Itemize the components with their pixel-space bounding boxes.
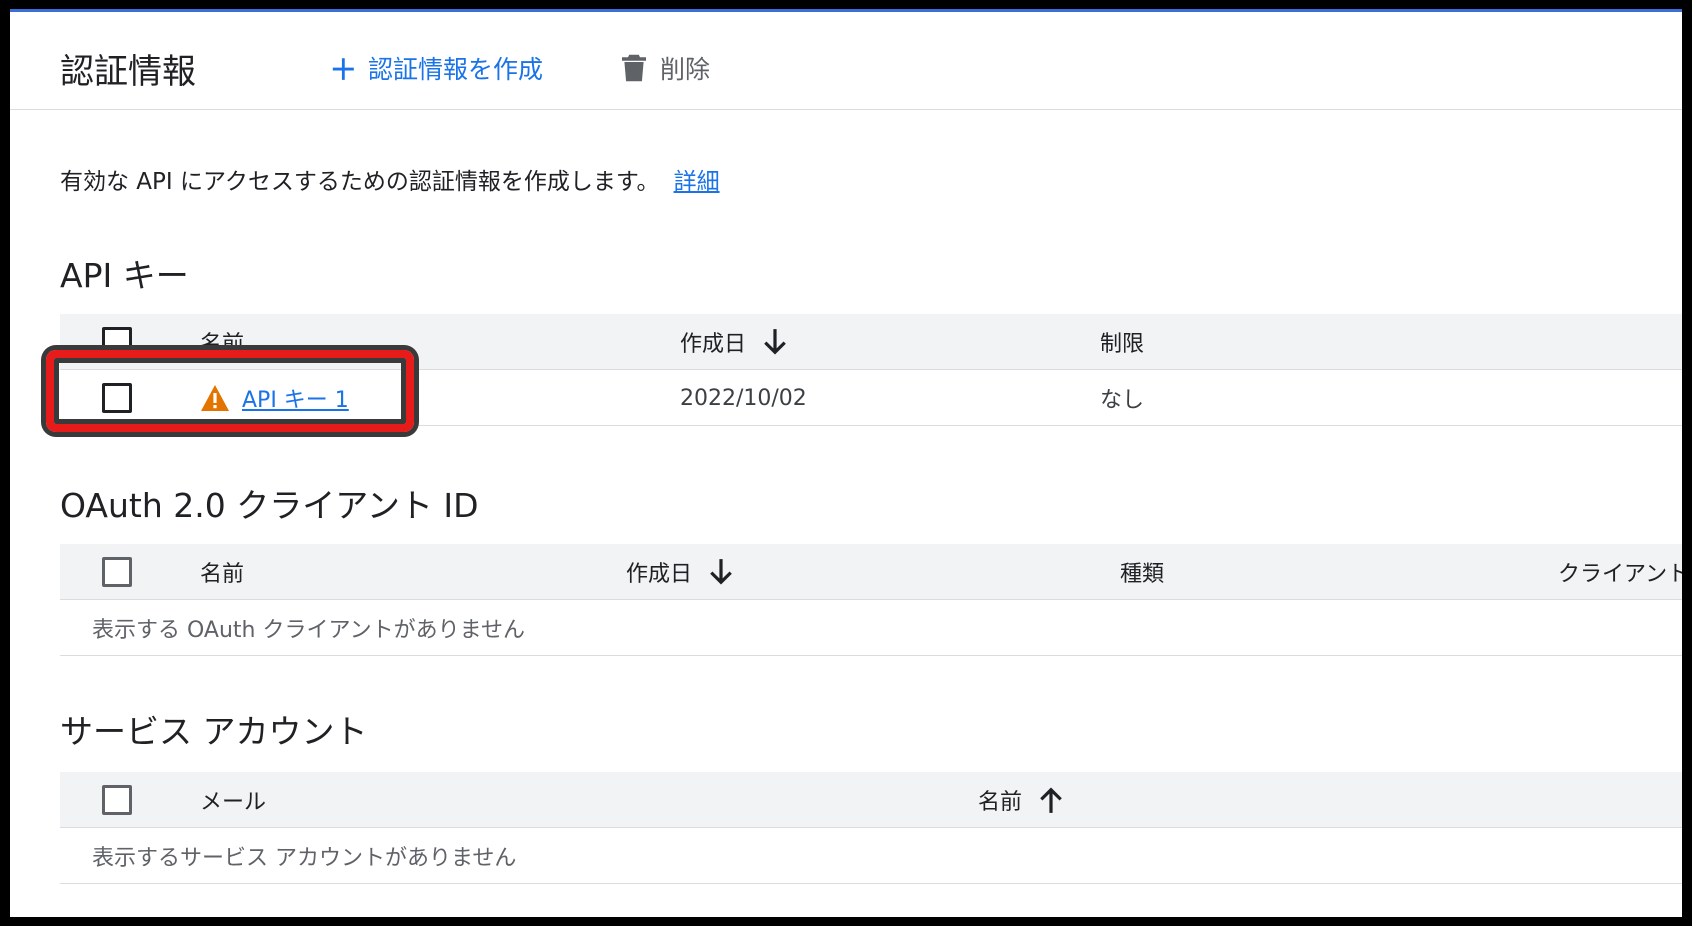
select-all-oauth-checkbox[interactable] xyxy=(102,557,132,587)
api-key-created: 2022/10/02 xyxy=(680,385,807,411)
service-accounts-title: サービス アカウント xyxy=(60,712,368,751)
select-all-api-keys-checkbox[interactable] xyxy=(102,327,132,357)
column-name[interactable]: 名前 xyxy=(200,314,244,370)
column-created-sort[interactable]: 作成日 xyxy=(680,314,788,370)
create-credentials-button[interactable]: 認証情報を作成 xyxy=(330,50,543,86)
arrow-up-icon xyxy=(1040,787,1062,813)
column-created-label: 作成日 xyxy=(626,562,693,587)
column-name[interactable]: 名前 xyxy=(200,544,244,600)
plus-icon xyxy=(332,58,354,80)
arrow-down-icon xyxy=(764,329,786,355)
service-accounts-header-row: メール 名前 xyxy=(60,772,1682,828)
column-type[interactable]: 種類 xyxy=(1120,544,1164,600)
oauth-empty-message: 表示する OAuth クライアントがありません xyxy=(92,618,525,643)
row-checkbox[interactable] xyxy=(102,383,132,413)
learn-more-link[interactable]: 詳細 xyxy=(674,169,720,195)
api-keys-table: 名前 作成日 制限 API キー 1 2022/10/02 なし xyxy=(60,314,1682,426)
column-client[interactable]: クライアント xyxy=(1558,544,1682,600)
api-key-link[interactable]: API キー 1 xyxy=(242,382,349,414)
api-keys-header-row: 名前 作成日 制限 xyxy=(60,314,1682,370)
api-key-name-cell: API キー 1 xyxy=(200,370,349,426)
table-row: 表示するサービス アカウントがありません xyxy=(60,828,1682,884)
column-name-label: 名前 xyxy=(978,790,1023,815)
page-title: 認証情報 xyxy=(60,52,196,92)
oauth-header-row: 名前 作成日 種類 クライアント xyxy=(60,544,1682,600)
intro-text: 有効な API にアクセスするための認証情報を作成します。 詳細 xyxy=(60,162,720,196)
table-row: 表示する OAuth クライアントがありません xyxy=(60,600,1682,656)
warning-icon xyxy=(201,385,229,411)
api-keys-title: API キー xyxy=(60,256,189,295)
delete-button[interactable]: 削除 xyxy=(622,50,710,86)
delete-label: 削除 xyxy=(660,55,711,84)
table-row: API キー 1 2022/10/02 なし xyxy=(60,370,1682,426)
create-credentials-label: 認証情報を作成 xyxy=(368,55,544,84)
intro-description: 有効な API にアクセスするための認証情報を作成します。 xyxy=(60,169,660,195)
trash-icon xyxy=(622,54,646,82)
oauth-table: 名前 作成日 種類 クライアント 表示する OAuth クライアントがありません xyxy=(60,544,1682,656)
select-all-service-accounts-checkbox[interactable] xyxy=(102,785,132,815)
column-created-label: 作成日 xyxy=(680,332,747,357)
api-key-restriction: なし xyxy=(1100,388,1145,413)
service-accounts-empty-message: 表示するサービス アカウントがありません xyxy=(92,846,517,871)
service-accounts-table: メール 名前 表示するサービス アカウントがありません xyxy=(60,772,1682,884)
column-email[interactable]: メール xyxy=(200,772,266,828)
column-name-sort[interactable]: 名前 xyxy=(978,772,1064,828)
column-restriction[interactable]: 制限 xyxy=(1100,314,1144,370)
arrow-down-icon xyxy=(710,559,732,585)
oauth-title: OAuth 2.0 クライアント ID xyxy=(60,486,479,525)
credentials-page: 認証情報 認証情報を作成 削除 有効な API にアクセスするための認証情報を作… xyxy=(10,9,1682,917)
page-header: 認証情報 認証情報を作成 削除 xyxy=(10,12,1682,110)
column-created-sort[interactable]: 作成日 xyxy=(626,544,734,600)
